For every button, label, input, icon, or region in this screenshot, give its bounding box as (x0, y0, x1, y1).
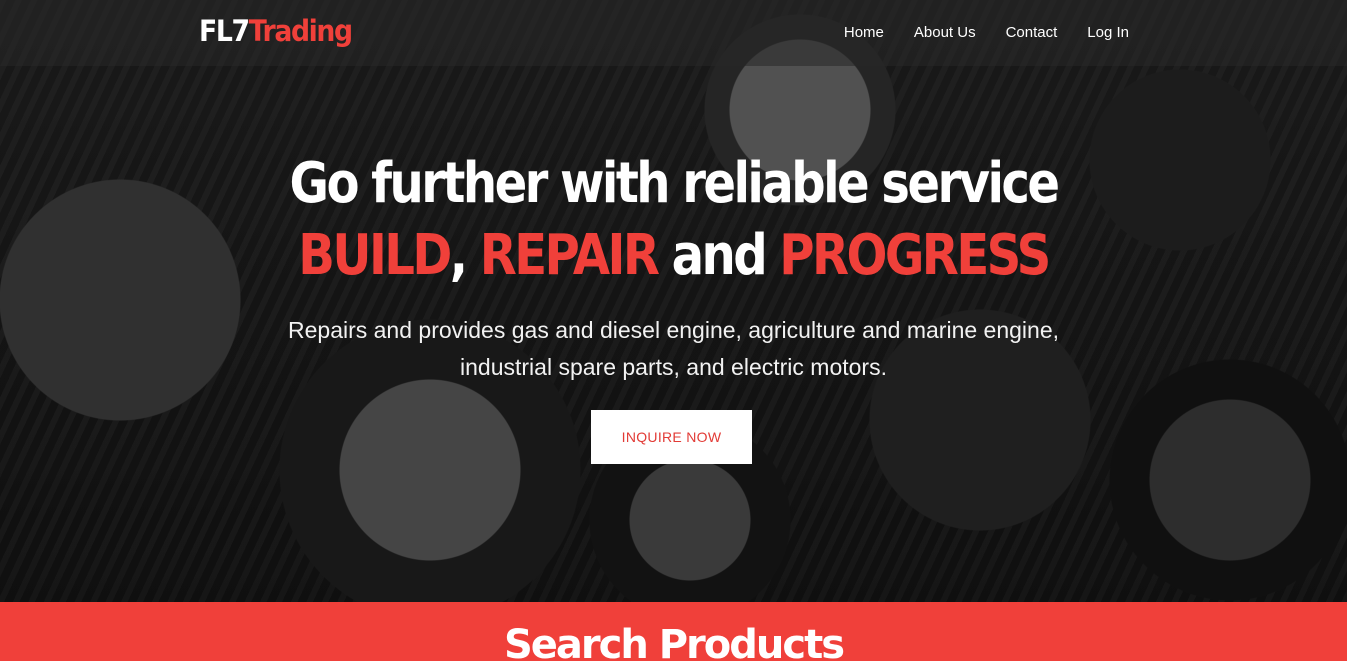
hero-subtext: Repairs and provides gas and diesel engi… (288, 317, 1059, 380)
headline-word-repair: REPAIR (479, 223, 660, 288)
brand-logo[interactable]: FL7Trading (199, 14, 353, 48)
search-products-section: Search Products (0, 602, 1347, 661)
inquire-now-button[interactable]: INQUIRE NOW (591, 410, 752, 464)
hero-headline: Go further with reliable service BUILD, … (0, 148, 1347, 292)
hero-subtext-block: Repairs and provides gas and diesel engi… (0, 312, 1347, 386)
hero-headline-line1: Go further with reliable service (289, 151, 1060, 216)
search-products-title: Search Products (503, 622, 845, 661)
headline-comma: , (449, 223, 468, 288)
brand-logo-part1: FL7 (199, 14, 250, 48)
nav-menu: Home About Us Contact Log In (844, 24, 1129, 41)
hero-background-image (0, 0, 1347, 602)
nav-link-home[interactable]: Home (844, 24, 884, 41)
headline-word-build: BUILD (298, 223, 452, 288)
nav-link-about-us[interactable]: About Us (914, 24, 976, 41)
navbar: FL7Trading Home About Us Contact Log In (0, 0, 1347, 66)
hero-section: FL7Trading Home About Us Contact Log In … (0, 0, 1347, 602)
brand-logo-part2: Trading (248, 14, 353, 48)
hero-headline-line2: BUILD, REPAIR and PROGRESS (94, 220, 1252, 292)
nav-link-log-in[interactable]: Log In (1087, 24, 1129, 41)
nav-link-contact[interactable]: Contact (1006, 24, 1058, 41)
headline-word-progress: PROGRESS (779, 223, 1051, 288)
headline-word-and: and (671, 223, 768, 288)
